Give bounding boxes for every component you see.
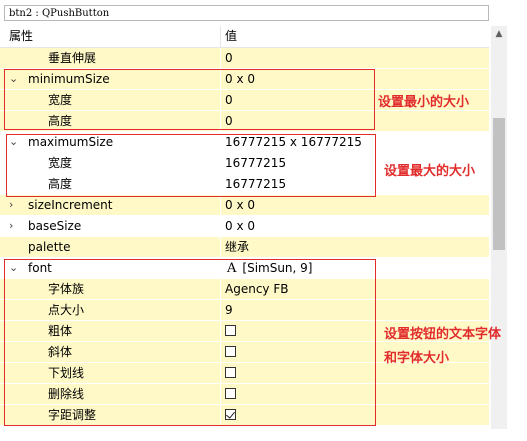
annotation-font-line2: 和字体大小 [384, 351, 450, 366]
property-row-vertical-stretch[interactable]: 垂直伸展 0 [0, 48, 489, 69]
property-row-palette[interactable]: palette 继承 [0, 237, 489, 258]
object-name-label: btn2 : QPushButton [4, 5, 489, 21]
annotation-max-size: 设置最大的大小 [384, 164, 476, 179]
property-value[interactable]: 0 x 0 [221, 195, 489, 215]
property-row-base-size[interactable]: baseSize › 0 x 0 [0, 216, 489, 237]
property-value[interactable]: 0 x 0 [221, 216, 489, 236]
annotation-box-maximum-size [6, 134, 376, 197]
vertical-scrollbar[interactable]: ▲ [491, 26, 507, 429]
annotation-box-minimum-size [4, 69, 375, 130]
header-divider[interactable] [220, 26, 221, 47]
chevron-right-icon[interactable]: › [9, 195, 13, 215]
chevron-right-icon[interactable]: › [9, 216, 13, 236]
property-value[interactable]: 0 [221, 48, 489, 68]
annotation-min-size: 设置最小的大小 [378, 95, 470, 110]
property-name: sizeIncrement [0, 195, 220, 215]
scrollbar-thumb[interactable] [493, 118, 505, 250]
annotation-font-line1: 设置按钮的文本字体 [384, 327, 502, 342]
property-name: palette [0, 237, 220, 257]
property-row-size-increment[interactable]: sizeIncrement › 0 x 0 [0, 195, 489, 216]
property-column-header[interactable]: 属性 [9, 26, 33, 47]
property-header: 属性 值 [0, 26, 489, 48]
object-title-bar: btn2 : QPushButton [0, 0, 527, 22]
scroll-up-arrow-icon[interactable]: ▲ [491, 26, 507, 42]
value-column-header[interactable]: 值 [225, 26, 237, 47]
property-name: 垂直伸展 [0, 48, 220, 68]
annotation-box-font [4, 259, 376, 426]
property-value[interactable]: 继承 [221, 237, 489, 257]
property-name: baseSize [0, 216, 220, 236]
